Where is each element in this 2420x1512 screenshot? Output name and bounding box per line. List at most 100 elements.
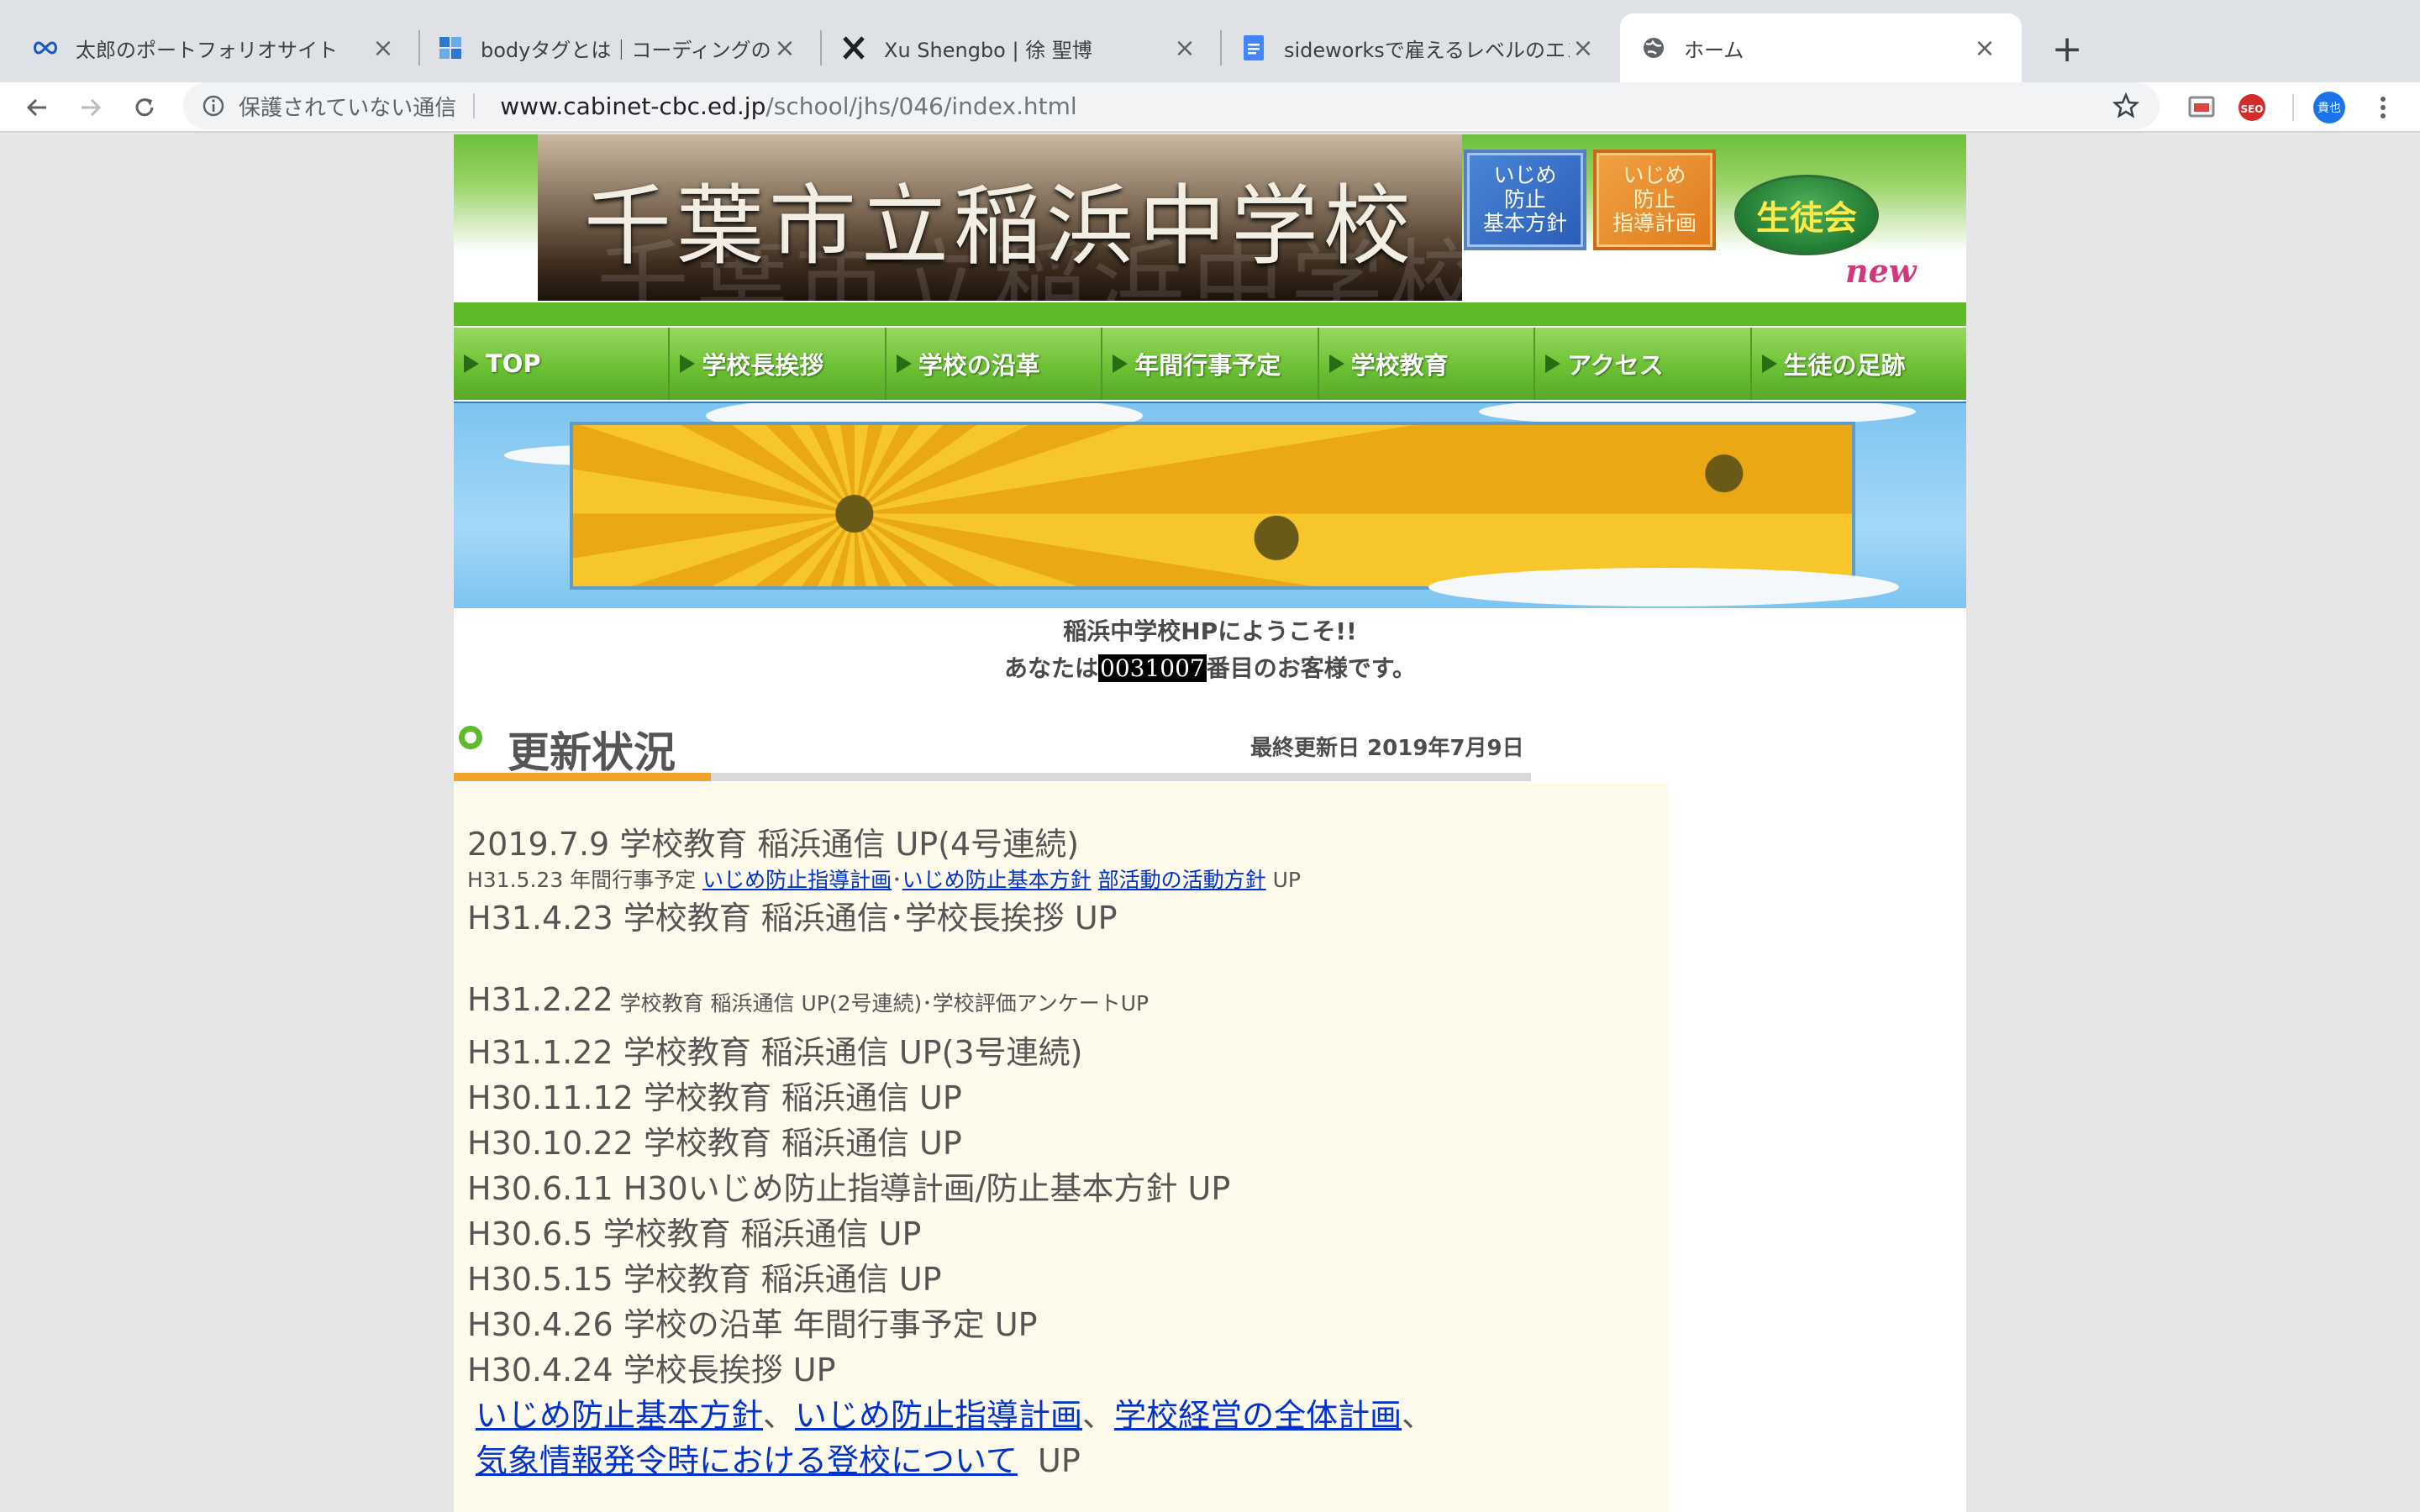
item-sep: 、 xyxy=(1082,1397,1115,1434)
link-weather-attendance[interactable]: 気象情報発令時における登校について xyxy=(476,1442,1018,1479)
nav-student-footprints[interactable]: 生徒の足跡 xyxy=(1752,328,1966,400)
visitor-counter-line: あなたは0031007番目のお客様です。 xyxy=(454,650,1966,687)
list-item: H30.4.24 学校長挨拶 UP xyxy=(467,1352,836,1389)
circle-bullet-icon xyxy=(459,726,482,749)
new-tab-button[interactable]: + xyxy=(2042,24,2092,74)
tab-title: ホーム xyxy=(1684,38,1744,62)
list-item: H30.6.11 H30いじめ防止指導計画/防止基本方針 UP xyxy=(467,1170,1231,1207)
button-line: 防止 xyxy=(1633,186,1676,212)
security-status[interactable]: 保護されていない通信 xyxy=(239,91,456,122)
list-item: H31.2.22 学校教育 稲浜通信 UP(2号連続)･学校評価アンケートUP xyxy=(467,981,1149,1018)
button-line: いじめ xyxy=(1493,162,1557,187)
main-navigation: TOP 学校長挨拶 学校の沿革 年間行事予定 学校教育 アクセス 生徒の足跡 xyxy=(454,328,1966,400)
url-text[interactable]: www.cabinet-cbc.ed.jp/school/jhs/046/ind… xyxy=(500,92,1076,120)
reload-icon xyxy=(135,98,154,117)
tab-bodytag[interactable]: bodyタグとは｜コーディングのプ × xyxy=(420,13,822,82)
url-path: /school/jhs/046/index.html xyxy=(765,92,1077,120)
heading-underline-accent xyxy=(454,773,711,781)
tab-home[interactable]: ホーム × xyxy=(1620,13,2022,82)
close-icon[interactable]: × xyxy=(1570,34,1597,63)
link-school-management-plan[interactable]: 学校経営の全体計画 xyxy=(1114,1397,1402,1434)
counter-prefix: あなたは xyxy=(1004,654,1099,682)
bullying-plan-button[interactable]: いじめ 防止 指導計画 xyxy=(1593,150,1716,250)
item-date: H31.2.22 xyxy=(467,981,613,1018)
list-item: H30.11.12 学校教育 稲浜通信 UP xyxy=(467,1079,962,1116)
kebab-menu-icon[interactable] xyxy=(2366,91,2400,124)
item-text: UP xyxy=(1265,868,1301,892)
nav-history[interactable]: 学校の沿革 xyxy=(886,328,1103,400)
back-button[interactable] xyxy=(13,82,60,133)
link-bullying-policy[interactable]: いじめ防止基本方針 xyxy=(476,1397,763,1434)
header-green-bar xyxy=(454,302,1966,326)
seo-extension-icon[interactable]: SEO xyxy=(2235,91,2269,124)
reload-button[interactable] xyxy=(121,82,168,133)
close-icon[interactable]: × xyxy=(771,34,798,63)
tab-title: bodyタグとは｜コーディングのプ xyxy=(481,38,771,62)
link-bullying-policy[interactable]: いじめ防止基本方針 xyxy=(902,868,1092,892)
triangle-right-icon xyxy=(1113,354,1128,373)
address-bar[interactable]: 保護されていない通信 www.cabinet-cbc.ed.jp/school/… xyxy=(183,82,2160,129)
link-club-policy[interactable]: 部活動の活動方針 xyxy=(1098,868,1266,892)
new-badge: new xyxy=(1845,252,1917,290)
close-icon[interactable]: × xyxy=(370,34,397,63)
link-bullying-plan[interactable]: いじめ防止指導計画 xyxy=(795,1397,1082,1434)
list-item: H30.4.26 学校の沿革 年間行事予定 UP xyxy=(467,1306,1038,1343)
nav-top[interactable]: TOP xyxy=(454,328,671,400)
student-council-button[interactable]: 生徒会 xyxy=(1734,175,1879,255)
link-bullying-plan[interactable]: いじめ防止指導計画 xyxy=(702,868,892,892)
toolbar-divider xyxy=(2292,94,2294,121)
tab-title: Xu Shengbo | 徐 聖博 xyxy=(884,38,1092,62)
updates-list: 2019.7.9 学校教育 稲浜通信 UP(4号連続) H31.5.23 年間行… xyxy=(454,783,1669,1512)
tab-xu-shengbo[interactable]: Xu Shengbo | 徐 聖博 × xyxy=(822,13,1222,82)
omnibox-divider xyxy=(473,93,476,118)
item-sep: 、 xyxy=(763,1397,796,1434)
nav-education[interactable]: 学校教育 xyxy=(1319,328,1536,400)
button-line: 防止 xyxy=(1503,186,1546,212)
star-icon[interactable] xyxy=(2111,91,2141,121)
infinity-icon xyxy=(32,34,59,61)
item-text: UP xyxy=(1017,1442,1081,1479)
nav-label: 学校の沿革 xyxy=(918,351,1040,380)
nav-principal-greeting[interactable]: 学校長挨拶 xyxy=(670,328,886,400)
nav-access[interactable]: アクセス xyxy=(1535,328,1752,400)
bullying-policy-button[interactable]: いじめ 防止 基本方針 xyxy=(1464,150,1586,250)
seo-label: SEO xyxy=(2240,103,2263,115)
profile-avatar[interactable]: 貴也 xyxy=(2312,91,2346,124)
nav-annual-schedule[interactable]: 年間行事予定 xyxy=(1102,328,1319,400)
triangle-right-icon xyxy=(1328,354,1344,373)
url-host: www.cabinet-cbc.ed.jp xyxy=(500,92,766,120)
list-item: H30.10.22 学校教育 稲浜通信 UP xyxy=(467,1125,962,1162)
list-item: 気象情報発令時における登校について UP xyxy=(476,1435,1081,1481)
hero-flower-banner xyxy=(454,402,1966,608)
button-line: いじめ xyxy=(1623,162,1686,187)
visitor-counter: 0031007 xyxy=(1098,654,1207,682)
docs-icon xyxy=(1240,34,1267,61)
list-item: H31.5.23 年間行事予定 いじめ防止指導計画･いじめ防止基本方針 部活動の… xyxy=(467,864,1301,894)
nav-label: アクセス xyxy=(1567,351,1664,380)
counter-suffix: 番目のお客様です。 xyxy=(1206,654,1416,682)
school-logo-banner[interactable]: 千葉市立稲浜中学校 千葉市立稲浜中学校 xyxy=(538,134,1462,301)
sunflower-image xyxy=(570,422,1855,590)
item-sep: 、 xyxy=(1402,1397,1434,1434)
close-icon[interactable]: × xyxy=(1971,34,1998,63)
close-icon[interactable]: × xyxy=(1171,34,1198,63)
puzzle-icon xyxy=(437,34,464,61)
nav-label: TOP xyxy=(486,349,541,378)
triangle-right-icon xyxy=(1761,354,1777,373)
nav-label: 学校長挨拶 xyxy=(702,351,824,380)
tab-title: sideworksで雇えるレベルのエンジ xyxy=(1284,38,1570,62)
last-updated-date: 最終更新日 2019年7月9日 xyxy=(1250,736,1524,761)
button-line: 指導計画 xyxy=(1612,211,1697,236)
list-item: H31.4.23 学校教育 稲浜通信･学校長挨拶 UP xyxy=(467,900,1118,937)
info-icon[interactable] xyxy=(200,92,227,119)
forward-button[interactable] xyxy=(67,82,114,133)
list-item: いじめ防止基本方針、いじめ防止指導計画、学校経営の全体計画、 xyxy=(476,1389,1434,1436)
cast-icon[interactable] xyxy=(2185,91,2218,124)
triangle-right-icon xyxy=(464,354,479,373)
nav-label: 学校教育 xyxy=(1350,351,1449,380)
nav-label: 生徒の足跡 xyxy=(1783,351,1906,380)
tab-sideworks[interactable]: sideworksで雇えるレベルのエンジ × xyxy=(1222,13,1620,82)
welcome-line: 稲浜中学校HPにようこそ!! xyxy=(1063,617,1357,645)
updates-heading: 更新状況 最終更新日 2019年7月9日 xyxy=(459,719,1536,778)
tab-portfolio[interactable]: 太郎のポートフォリオサイト × xyxy=(0,13,420,82)
